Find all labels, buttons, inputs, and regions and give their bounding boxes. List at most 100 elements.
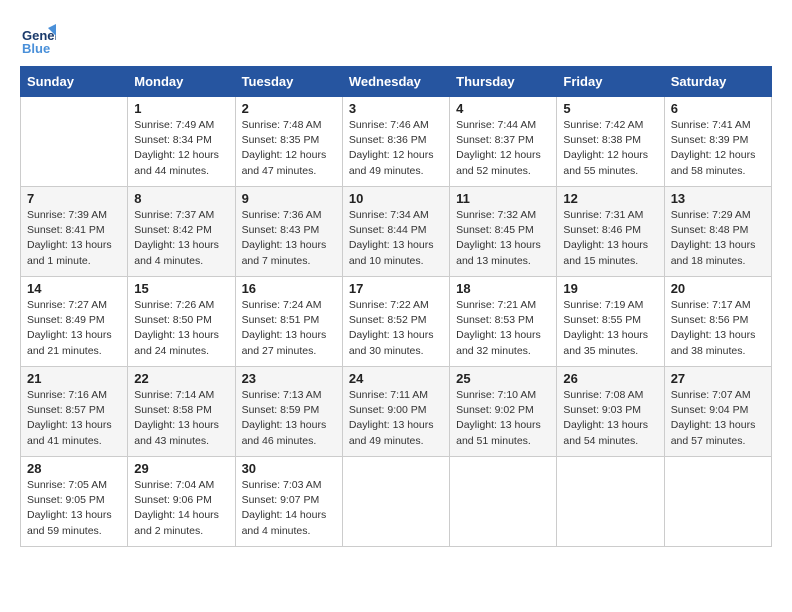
week-row-2: 7 Sunrise: 7:39 AMSunset: 8:41 PMDaylight… — [21, 187, 772, 277]
day-info: Sunrise: 7:10 AMSunset: 9:02 PMDaylight:… — [456, 388, 550, 449]
calendar-cell: 2Sunrise: 7:48 AMSunset: 8:35 PMDaylight… — [235, 97, 342, 187]
day-number: 25 — [456, 371, 550, 386]
header-day-saturday: Saturday — [664, 67, 771, 97]
header-day-sunday: Sunday — [21, 67, 128, 97]
day-number: 14 — [27, 281, 121, 296]
day-number: 19 — [563, 281, 657, 296]
day-info: Sunrise: 7:26 AMSunset: 8:50 PMDaylight:… — [134, 298, 228, 359]
calendar-cell: 6Sunrise: 7:41 AMSunset: 8:39 PMDaylight… — [664, 97, 771, 187]
calendar-cell: 22 Sunrise: 7:14 AMSunset: 8:58 PMDayligh… — [128, 367, 235, 457]
day-number: 13 — [671, 191, 765, 206]
calendar-cell: 3 Sunrise: 7:46 AMSunset: 8:36 PMDaylight… — [342, 97, 449, 187]
day-info: Sunrise: 7:05 AMSunset: 9:05 PMDaylight:… — [27, 478, 121, 539]
calendar-cell: 9Sunrise: 7:36 AMSunset: 8:43 PMDaylight… — [235, 187, 342, 277]
calendar-cell: 14 Sunrise: 7:27 AMSunset: 8:49 PMDayligh… — [21, 277, 128, 367]
calendar-cell — [450, 457, 557, 547]
day-number: 23 — [242, 371, 336, 386]
calendar-cell: 1Sunrise: 7:49 AMSunset: 8:34 PMDaylight… — [128, 97, 235, 187]
day-info: Sunrise: 7:21 AMSunset: 8:53 PMDaylight:… — [456, 298, 550, 359]
day-info: Sunrise: 7:37 AMSunset: 8:42 PMDaylight:… — [134, 208, 228, 269]
header-day-tuesday: Tuesday — [235, 67, 342, 97]
day-number: 15 — [134, 281, 228, 296]
day-info: Sunrise: 7:39 AMSunset: 8:41 PMDaylight:… — [27, 208, 121, 269]
day-number: 29 — [134, 461, 228, 476]
day-number: 18 — [456, 281, 550, 296]
day-number: 20 — [671, 281, 765, 296]
day-number: 6 — [671, 101, 765, 116]
day-info: Sunrise: 7:11 AMSunset: 9:00 PMDaylight:… — [349, 388, 443, 449]
calendar-cell: 27 Sunrise: 7:07 AMSunset: 9:04 PMDayligh… — [664, 367, 771, 457]
calendar-cell: 23 Sunrise: 7:13 AMSunset: 8:59 PMDayligh… — [235, 367, 342, 457]
calendar-cell: 29 Sunrise: 7:04 AMSunset: 9:06 PMDayligh… — [128, 457, 235, 547]
header-day-wednesday: Wednesday — [342, 67, 449, 97]
day-number: 16 — [242, 281, 336, 296]
day-info: Sunrise: 7:17 AMSunset: 8:56 PMDaylight:… — [671, 298, 765, 359]
day-number: 30 — [242, 461, 336, 476]
day-info: Sunrise: 7:16 AMSunset: 8:57 PMDaylight:… — [27, 388, 121, 449]
calendar-cell: 30 Sunrise: 7:03 AMSunset: 9:07 PMDayligh… — [235, 457, 342, 547]
logo-icon: General Blue — [20, 20, 56, 56]
day-info: Sunrise: 7:44 AMSunset: 8:37 PMDaylight:… — [456, 118, 550, 179]
day-info: Sunrise: 7:22 AMSunset: 8:52 PMDaylight:… — [349, 298, 443, 359]
day-number: 8 — [134, 191, 228, 206]
day-info: Sunrise: 7:29 AMSunset: 8:48 PMDaylight:… — [671, 208, 765, 269]
day-number: 27 — [671, 371, 765, 386]
calendar-cell: 26Sunrise: 7:08 AMSunset: 9:03 PMDayligh… — [557, 367, 664, 457]
day-info: Sunrise: 7:07 AMSunset: 9:04 PMDaylight:… — [671, 388, 765, 449]
day-info: Sunrise: 7:36 AMSunset: 8:43 PMDaylight:… — [242, 208, 336, 269]
day-info: Sunrise: 7:42 AMSunset: 8:38 PMDaylight:… — [563, 118, 657, 179]
day-info: Sunrise: 7:03 AMSunset: 9:07 PMDaylight:… — [242, 478, 336, 539]
day-info: Sunrise: 7:13 AMSunset: 8:59 PMDaylight:… — [242, 388, 336, 449]
calendar-cell: 21 Sunrise: 7:16 AMSunset: 8:57 PMDayligh… — [21, 367, 128, 457]
calendar-cell: 16 Sunrise: 7:24 AMSunset: 8:51 PMDayligh… — [235, 277, 342, 367]
week-row-5: 28 Sunrise: 7:05 AMSunset: 9:05 PMDayligh… — [21, 457, 772, 547]
day-number: 10 — [349, 191, 443, 206]
day-number: 24 — [349, 371, 443, 386]
header-day-monday: Monday — [128, 67, 235, 97]
calendar-cell: 4Sunrise: 7:44 AMSunset: 8:37 PMDaylight… — [450, 97, 557, 187]
day-number: 21 — [27, 371, 121, 386]
header-row: SundayMondayTuesdayWednesdayThursdayFrid… — [21, 67, 772, 97]
day-info: Sunrise: 7:24 AMSunset: 8:51 PMDaylight:… — [242, 298, 336, 359]
day-info: Sunrise: 7:34 AMSunset: 8:44 PMDaylight:… — [349, 208, 443, 269]
day-info: Sunrise: 7:14 AMSunset: 8:58 PMDaylight:… — [134, 388, 228, 449]
logo: General Blue — [20, 20, 60, 56]
day-number: 5 — [563, 101, 657, 116]
day-number: 22 — [134, 371, 228, 386]
calendar-cell: 13 Sunrise: 7:29 AMSunset: 8:48 PMDayligh… — [664, 187, 771, 277]
calendar-cell: 20 Sunrise: 7:17 AMSunset: 8:56 PMDayligh… — [664, 277, 771, 367]
day-info: Sunrise: 7:27 AMSunset: 8:49 PMDaylight:… — [27, 298, 121, 359]
calendar-cell: 7 Sunrise: 7:39 AMSunset: 8:41 PMDaylight… — [21, 187, 128, 277]
svg-text:Blue: Blue — [22, 41, 50, 56]
week-row-4: 21 Sunrise: 7:16 AMSunset: 8:57 PMDayligh… — [21, 367, 772, 457]
calendar-cell: 18 Sunrise: 7:21 AMSunset: 8:53 PMDayligh… — [450, 277, 557, 367]
calendar-cell — [557, 457, 664, 547]
calendar-cell — [342, 457, 449, 547]
day-info: Sunrise: 7:49 AMSunset: 8:34 PMDaylight:… — [134, 118, 228, 179]
day-number: 2 — [242, 101, 336, 116]
day-number: 26 — [563, 371, 657, 386]
day-number: 7 — [27, 191, 121, 206]
day-info: Sunrise: 7:04 AMSunset: 9:06 PMDaylight:… — [134, 478, 228, 539]
calendar-cell — [21, 97, 128, 187]
calendar-cell: 11Sunrise: 7:32 AMSunset: 8:45 PMDayligh… — [450, 187, 557, 277]
week-row-1: 1Sunrise: 7:49 AMSunset: 8:34 PMDaylight… — [21, 97, 772, 187]
day-number: 3 — [349, 101, 443, 116]
day-info: Sunrise: 7:46 AMSunset: 8:36 PMDaylight:… — [349, 118, 443, 179]
calendar-cell: 19 Sunrise: 7:19 AMSunset: 8:55 PMDayligh… — [557, 277, 664, 367]
day-info: Sunrise: 7:32 AMSunset: 8:45 PMDaylight:… — [456, 208, 550, 269]
calendar-table: SundayMondayTuesdayWednesdayThursdayFrid… — [20, 66, 772, 547]
calendar-cell — [664, 457, 771, 547]
day-info: Sunrise: 7:19 AMSunset: 8:55 PMDaylight:… — [563, 298, 657, 359]
day-number: 28 — [27, 461, 121, 476]
day-number: 17 — [349, 281, 443, 296]
header-day-friday: Friday — [557, 67, 664, 97]
calendar-cell: 15 Sunrise: 7:26 AMSunset: 8:50 PMDayligh… — [128, 277, 235, 367]
calendar-cell: 24 Sunrise: 7:11 AMSunset: 9:00 PMDayligh… — [342, 367, 449, 457]
calendar-cell: 17 Sunrise: 7:22 AMSunset: 8:52 PMDayligh… — [342, 277, 449, 367]
week-row-3: 14 Sunrise: 7:27 AMSunset: 8:49 PMDayligh… — [21, 277, 772, 367]
calendar-cell: 10 Sunrise: 7:34 AMSunset: 8:44 PMDayligh… — [342, 187, 449, 277]
calendar-cell: 12Sunrise: 7:31 AMSunset: 8:46 PMDayligh… — [557, 187, 664, 277]
calendar-cell: 25 Sunrise: 7:10 AMSunset: 9:02 PMDayligh… — [450, 367, 557, 457]
calendar-cell: 5 Sunrise: 7:42 AMSunset: 8:38 PMDaylight… — [557, 97, 664, 187]
